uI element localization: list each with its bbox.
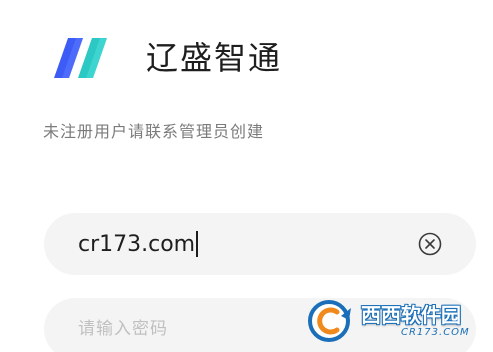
- username-field[interactable]: cr173.com: [44, 213, 476, 275]
- cr-watermark-logo-icon: [308, 300, 351, 342]
- text-caret: [196, 231, 199, 257]
- watermark-sub: CR173.COM: [401, 327, 470, 338]
- double-slash-logo-icon: [54, 38, 107, 78]
- app-name: 辽盛智通: [146, 39, 283, 77]
- register-notice: 未注册用户请联系管理员创建: [43, 122, 265, 141]
- login-page: 辽盛智通 未注册用户请联系管理员创建 cr173.com 西西软件园 CR173…: [0, 0, 493, 352]
- brand-header: 辽盛智通: [52, 35, 282, 81]
- username-input[interactable]: cr173.com: [44, 231, 199, 257]
- username-value: cr173.com: [78, 231, 196, 257]
- watermark-text: 西西软件园 CR173.COM: [361, 303, 470, 339]
- watermark-main: 西西软件园: [361, 303, 461, 327]
- clear-circle-x-icon[interactable]: [418, 232, 442, 256]
- watermark: 西西软件园 CR173.COM: [307, 298, 489, 344]
